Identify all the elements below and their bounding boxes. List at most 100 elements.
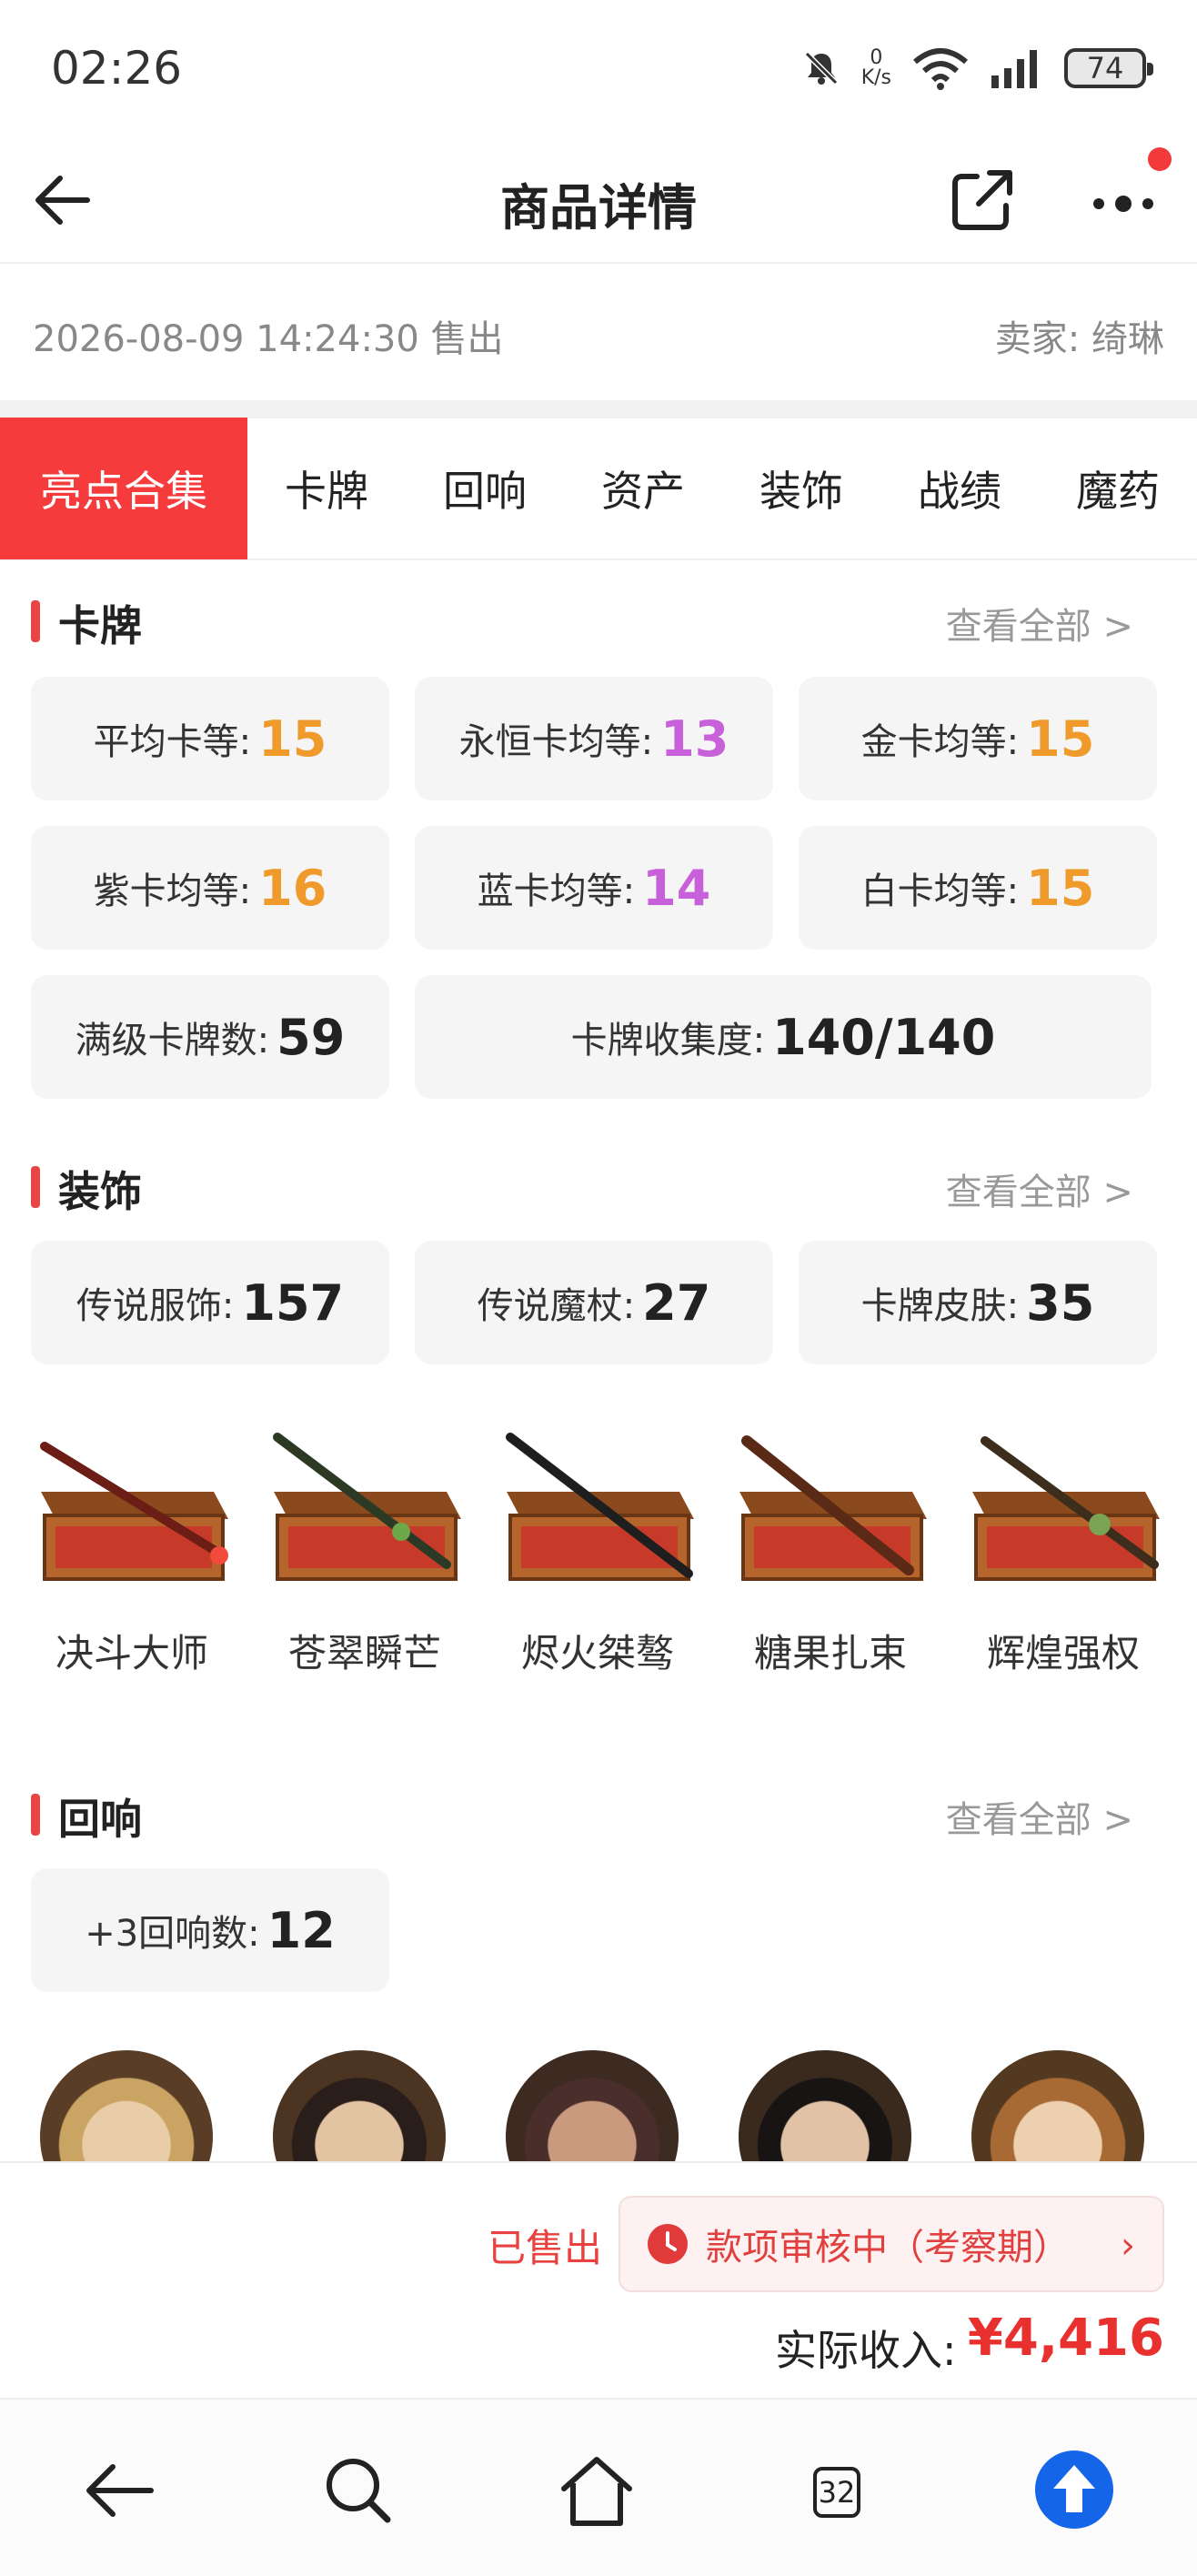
stat-blue-card-level: 蓝卡均等: 14 — [415, 826, 773, 950]
tab-record[interactable]: 战绩 — [880, 418, 1039, 559]
stat-value: 15 — [1026, 709, 1095, 768]
tab-potions[interactable]: 魔药 — [1039, 418, 1197, 559]
stat-label: +3回响数: — [85, 1913, 260, 1955]
tab-echo[interactable]: 回响 — [406, 418, 564, 559]
stat-value: 16 — [258, 859, 327, 917]
stat-card-skins: 卡牌皮肤: 35 — [799, 1241, 1157, 1364]
sold-time: 2026-08-09 14:24:30 售出 — [33, 318, 504, 360]
nav-back-icon[interactable] — [76, 2447, 164, 2534]
nav-search-icon[interactable] — [315, 2447, 402, 2534]
net-speed-unit: K/s — [860, 66, 891, 89]
wand-brown-icon — [739, 1435, 927, 1581]
stat-avg-card-level: 平均卡等: 15 — [31, 677, 389, 800]
wand-name: 辉煌强权 — [986, 1631, 1140, 1675]
share-icon[interactable] — [946, 164, 1019, 236]
divider — [0, 400, 1197, 418]
nav-tabs-button[interactable]: 32 — [791, 2447, 879, 2534]
tab-decor[interactable]: 装饰 — [722, 418, 880, 559]
stat-echo-plus3: +3回响数: 12 — [31, 1868, 389, 1992]
signal-icon — [991, 50, 1037, 88]
decor-section-title: 装饰 — [58, 1167, 142, 1216]
notification-dot — [1148, 147, 1172, 171]
cards-section-title: 卡牌 — [58, 601, 142, 650]
browser-nav-bar: 32 — [0, 2398, 1197, 2576]
tab-highlights[interactable]: 亮点合集 — [0, 418, 247, 559]
wand-name: 糖果扎束 — [753, 1631, 907, 1675]
tab-count-badge: 32 — [813, 2467, 860, 2518]
stat-value: 140/140 — [772, 1008, 996, 1066]
stat-gold-card-level: 金卡均等: 15 — [799, 677, 1157, 800]
echo-view-all-link[interactable]: 查看全部 > — [946, 1790, 1133, 1843]
tab-cards[interactable]: 卡牌 — [247, 418, 406, 559]
mute-bell-icon — [804, 51, 838, 86]
stat-label: 永恒卡均等: — [458, 721, 654, 763]
wand-gold-icon — [972, 1436, 1160, 1581]
section-marker — [31, 1794, 40, 1836]
wand-green-icon — [273, 1433, 461, 1581]
stat-value: 15 — [258, 709, 327, 768]
stat-value: 27 — [642, 1273, 711, 1332]
stat-label: 白卡均等: — [860, 870, 1020, 912]
wand-black-icon — [506, 1433, 694, 1581]
wand-item[interactable]: 决斗大师 — [27, 1428, 236, 1678]
stat-label: 卡牌皮肤: — [860, 1285, 1020, 1327]
stat-label: 蓝卡均等: — [477, 870, 636, 912]
section-marker — [31, 600, 40, 642]
stat-label: 卡牌收集度: — [570, 1020, 766, 1062]
net-speed: 0 K/s — [861, 48, 891, 88]
stat-label: 平均卡等: — [93, 721, 252, 763]
payment-review-text: 款项审核中（考察期） — [706, 2227, 1070, 2269]
battery-indicator: 74 — [1064, 48, 1153, 88]
stat-eternal-card-level: 永恒卡均等: 13 — [415, 677, 773, 800]
section-marker — [31, 1166, 40, 1208]
cards-section-header: 卡牌 查看全部 > — [0, 582, 1197, 655]
sold-status-label: 已售出 — [488, 2226, 603, 2270]
wand-item[interactable]: 烬火桀骜 — [493, 1428, 702, 1678]
stat-value: 13 — [660, 709, 729, 768]
stat-max-level-cards: 满级卡牌数: 59 — [31, 975, 389, 1099]
stat-label: 紫卡均等: — [93, 870, 252, 912]
chevron-right-icon: › — [1121, 2225, 1135, 2267]
stat-card-collection: 卡牌收集度: 140/140 — [415, 975, 1152, 1099]
stat-value: 14 — [642, 859, 711, 917]
sale-info-row: 2026-08-09 14:24:30 售出 卖家: 绮琳 — [0, 273, 1197, 400]
upload-arrow-icon — [1035, 2450, 1113, 2529]
wand-item[interactable]: 辉煌强权 — [959, 1428, 1168, 1678]
wifi-icon — [913, 48, 968, 90]
wand-name: 苍翠瞬芒 — [287, 1631, 441, 1675]
stat-label: 传说服饰: — [75, 1285, 235, 1327]
stat-label: 金卡均等: — [860, 721, 1020, 763]
payment-review-button[interactable]: 款项审核中（考察期） › — [619, 2196, 1164, 2292]
status-time: 02:26 — [51, 42, 183, 95]
wand-red-icon — [40, 1442, 228, 1581]
tab-assets[interactable]: 资产 — [564, 418, 722, 559]
stat-legend-outfits: 传说服饰: 157 — [31, 1241, 389, 1364]
stat-white-card-level: 白卡均等: 15 — [799, 826, 1157, 950]
nav-home-icon[interactable] — [553, 2447, 640, 2534]
stat-purple-card-level: 紫卡均等: 16 — [31, 826, 389, 950]
nav-upload-button[interactable] — [1035, 2450, 1122, 2538]
sale-status-panel: 已售出 款项审核中（考察期） › 实际收入: ¥4,416 — [0, 2161, 1197, 2398]
wand-item[interactable]: 苍翠瞬芒 — [260, 1428, 469, 1678]
seller-name[interactable]: 卖家: 绮琳 — [995, 309, 1164, 362]
cards-view-all-link[interactable]: 查看全部 > — [946, 597, 1133, 649]
stat-value: 15 — [1026, 859, 1095, 917]
stat-label: 传说魔杖: — [477, 1285, 636, 1327]
income-value: ¥4,416 — [967, 2309, 1164, 2368]
wand-name: 决斗大师 — [55, 1631, 208, 1675]
status-bar: 02:26 0 K/s 74 — [0, 0, 1197, 136]
status-icons: 0 K/s 74 — [801, 36, 1153, 100]
wand-item[interactable]: 糖果扎束 — [726, 1428, 935, 1678]
wand-name: 烬火桀骜 — [520, 1631, 674, 1675]
more-options-icon[interactable] — [1082, 164, 1164, 236]
category-tabs: 亮点合集 卡牌 回响 资产 装饰 战绩 魔药 — [0, 418, 1197, 560]
clock-icon — [648, 2224, 688, 2264]
income-label: 实际收入: — [775, 2326, 957, 2375]
stat-value: 12 — [267, 1901, 336, 1959]
stat-legend-wands: 传说魔杖: 27 — [415, 1241, 773, 1364]
echo-section-header: 回响 查看全部 > — [0, 1776, 1197, 1848]
top-header: 商品详情 — [0, 136, 1197, 264]
decor-view-all-link[interactable]: 查看全部 > — [946, 1162, 1133, 1215]
stat-value: 35 — [1026, 1273, 1095, 1332]
net-speed-value: 0 — [870, 46, 883, 69]
